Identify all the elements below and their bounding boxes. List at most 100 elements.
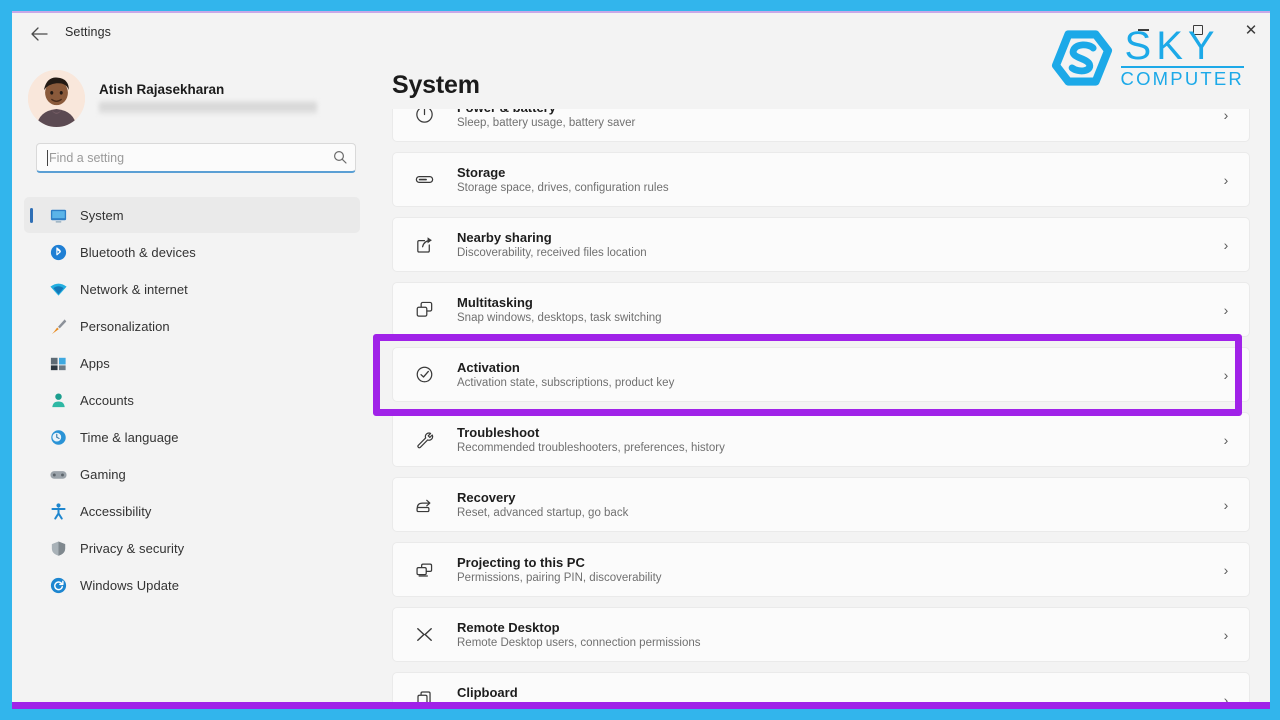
row-subtitle: Snap windows, desktops, task switching — [457, 312, 662, 324]
sidebar-item-personalization[interactable]: Personalization — [24, 308, 360, 344]
row-title: Storage — [457, 165, 506, 180]
shield-icon — [48, 538, 68, 558]
sidebar-item-bluetooth-devices[interactable]: Bluetooth & devices — [24, 234, 360, 270]
chevron-right-icon: › — [1223, 301, 1229, 318]
minimize-icon — [1137, 29, 1149, 31]
monitor-icon — [48, 205, 68, 225]
sidebar-item-label: Apps — [80, 355, 110, 371]
row-title: Activation — [457, 360, 520, 375]
row-clip-top: Power & battery Sleep, battery usage, ba… — [392, 109, 1250, 142]
sidebar-nav: System Bluetooth & devices Network & int… — [24, 197, 360, 604]
sidebar-item-label: System — [80, 207, 124, 223]
settings-row-troubleshoot[interactable]: Troubleshoot Recommended troubleshooters… — [392, 412, 1250, 467]
row-text: Recovery Reset, advanced startup, go bac… — [457, 490, 1217, 519]
avatar — [28, 69, 85, 127]
close-button[interactable]: ✕ — [1230, 17, 1270, 43]
settings-row-projecting-to-this-pc[interactable]: Projecting to this PC Permissions, pairi… — [392, 542, 1250, 597]
chevron-right-icon: › — [1223, 171, 1229, 188]
minimize-button[interactable] — [1122, 17, 1164, 43]
back-button[interactable] — [24, 20, 54, 48]
person-icon — [48, 390, 68, 410]
settings-row-activation[interactable]: Activation Activation state, subscriptio… — [392, 347, 1250, 402]
sidebar-item-network-internet[interactable]: Network & internet — [24, 271, 360, 307]
row-subtitle: Storage space, drives, configuration rul… — [457, 182, 669, 194]
bottom-purple-strip — [12, 702, 1270, 709]
row-title: Remote Desktop — [457, 620, 560, 635]
row-clip-bottom: Clipboard Cut and copy history, sync, cl… — [392, 672, 1250, 705]
bluetooth-icon — [48, 242, 68, 262]
power-icon — [411, 109, 437, 128]
sidebar-item-label: Personalization — [80, 318, 170, 334]
check-circle-icon — [411, 362, 437, 388]
sidebar-item-apps[interactable]: Apps — [24, 345, 360, 381]
back-arrow-icon — [30, 27, 48, 41]
search-caret — [47, 150, 48, 166]
remote-desktop-icon — [411, 622, 437, 648]
project-icon — [411, 557, 437, 583]
titlebar: Settings ✕ — [12, 11, 1270, 57]
multitask-icon — [411, 297, 437, 323]
row-text: Remote Desktop Remote Desktop users, con… — [457, 620, 1217, 649]
sidebar-item-accessibility[interactable]: Accessibility — [24, 493, 360, 529]
selection-indicator — [30, 208, 33, 223]
chevron-right-icon: › — [1223, 561, 1229, 578]
settings-row-recovery[interactable]: Recovery Reset, advanced startup, go bac… — [392, 477, 1250, 532]
row-title: Projecting to this PC — [457, 555, 585, 570]
sidebar-item-privacy-security[interactable]: Privacy & security — [24, 530, 360, 566]
row-text: Storage Storage space, drives, configura… — [457, 165, 1217, 194]
row-title: Clipboard — [457, 685, 518, 700]
sidebar: Atish Rajasekharan Find a setting System… — [12, 57, 372, 709]
search-input[interactable] — [36, 143, 356, 173]
chevron-right-icon: › — [1223, 236, 1229, 253]
page-title: System — [392, 71, 480, 99]
settings-row-clipboard[interactable]: Clipboard Cut and copy history, sync, cl… — [392, 672, 1250, 705]
chevron-right-icon: › — [1223, 626, 1229, 643]
maximize-button[interactable] — [1177, 17, 1219, 43]
row-subtitle: Reset, advanced startup, go back — [457, 507, 629, 519]
sidebar-item-accounts[interactable]: Accounts — [24, 382, 360, 418]
sidebar-item-gaming[interactable]: Gaming — [24, 456, 360, 492]
profile-text: Atish Rajasekharan — [99, 82, 358, 114]
settings-row-storage[interactable]: Storage Storage space, drives, configura… — [392, 152, 1250, 207]
settings-row-power-battery[interactable]: Power & battery Sleep, battery usage, ba… — [392, 109, 1250, 142]
row-subtitle: Permissions, pairing PIN, discoverabilit… — [457, 572, 662, 584]
accessibility-icon — [48, 501, 68, 521]
wifi-icon — [48, 279, 68, 299]
row-subtitle: Recommended troubleshooters, preferences… — [457, 442, 725, 454]
settings-window: Settings ✕ SKY COMPUTER Atish Rajasekhar… — [12, 11, 1270, 709]
screenshot-frame: Settings ✕ SKY COMPUTER Atish Rajasekhar… — [0, 0, 1280, 720]
row-text: Power & battery Sleep, battery usage, ba… — [457, 109, 1217, 129]
row-text: Multitasking Snap windows, desktops, tas… — [457, 295, 1217, 324]
sidebar-item-label: Accounts — [80, 392, 134, 408]
row-title: Recovery — [457, 490, 516, 505]
profile-name: Atish Rajasekharan — [99, 82, 225, 97]
profile-email-redacted — [99, 101, 317, 114]
search-box[interactable] — [36, 143, 356, 173]
row-text: Troubleshoot Recommended troubleshooters… — [457, 425, 1217, 454]
settings-row-nearby-sharing[interactable]: Nearby sharing Discoverability, received… — [392, 217, 1250, 272]
gamepad-icon — [48, 464, 68, 484]
sidebar-item-time-language[interactable]: Time & language — [24, 419, 360, 455]
row-subtitle: Remote Desktop users, connection permiss… — [457, 637, 701, 649]
row-subtitle: Discoverability, received files location — [457, 247, 647, 259]
settings-row-remote-desktop[interactable]: Remote Desktop Remote Desktop users, con… — [392, 607, 1250, 662]
recovery-icon — [411, 492, 437, 518]
sidebar-item-label: Privacy & security — [80, 540, 185, 556]
titlebar-title: Settings — [65, 25, 111, 39]
sidebar-item-system[interactable]: System — [24, 197, 360, 233]
main-content: System Power & battery Sleep, battery us… — [372, 57, 1270, 709]
settings-row-multitasking[interactable]: Multitasking Snap windows, desktops, tas… — [392, 282, 1250, 337]
paintbrush-icon — [48, 316, 68, 336]
maximize-icon — [1193, 25, 1203, 35]
sidebar-item-label: Windows Update — [80, 577, 179, 593]
row-subtitle: Sleep, battery usage, battery saver — [457, 117, 636, 129]
sidebar-item-label: Time & language — [80, 429, 179, 445]
sidebar-item-label: Accessibility — [80, 503, 152, 519]
storage-icon — [411, 167, 437, 193]
profile-card[interactable]: Atish Rajasekharan — [28, 65, 358, 131]
chevron-right-icon: › — [1223, 431, 1229, 448]
row-title: Multitasking — [457, 295, 533, 310]
share-icon — [411, 232, 437, 258]
row-title: Power & battery — [457, 109, 1217, 115]
sidebar-item-windows-update[interactable]: Windows Update — [24, 567, 360, 603]
